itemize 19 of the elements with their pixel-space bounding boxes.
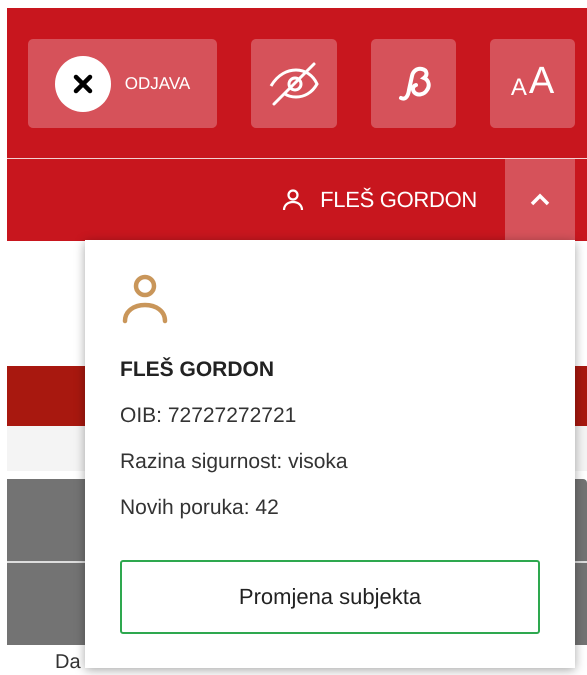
visibility-button[interactable] [251,39,337,128]
column-header: Da [55,651,82,674]
user-name: FLEŠ GORDON [120,358,276,382]
large-a-label: A [528,62,554,100]
text-size-button[interactable]: AA [490,39,575,128]
chevron-button[interactable] [505,159,575,241]
user-icon [282,188,304,212]
user-info-line: OIB: 72727272721 [120,404,298,428]
logout-button[interactable]: ODJAVA [28,39,217,128]
small-a-label: A [510,76,527,100]
eye-off-icon [268,60,320,108]
user-icon [120,272,170,324]
font-button[interactable] [371,39,456,128]
chevron-up-icon [529,193,551,207]
user-info-line: Novih poruka: 42 [120,496,280,520]
user-button[interactable]: FLEŠ GORDON [282,187,505,213]
user-info-line: Razina sigurnost: visoka [120,450,349,474]
font-icon [396,66,430,102]
change-subject-button[interactable]: Promjena subjekta [120,560,540,634]
